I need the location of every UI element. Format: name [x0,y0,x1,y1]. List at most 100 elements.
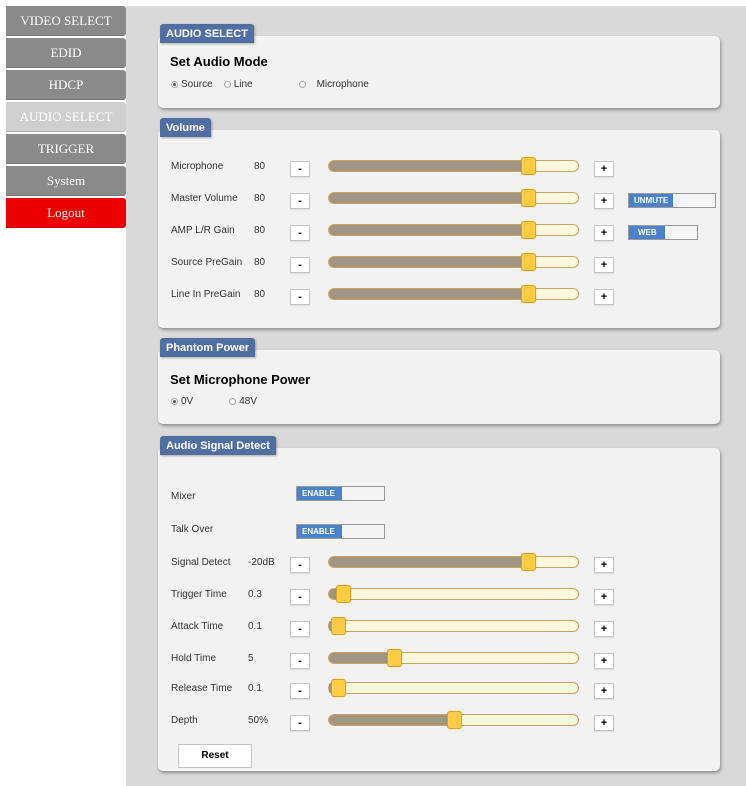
level-slider[interactable] [328,189,579,207]
mixer-toggle[interactable]: ENABLE [296,486,385,501]
slider-label: Release Time [171,683,233,694]
level-slider[interactable] [328,649,579,667]
slider-label: Hold Time [171,653,217,664]
slider-thumb[interactable] [331,679,347,697]
increment-button[interactable]: + [594,589,614,605]
slider-label: Attack Time [171,621,224,632]
level-slider[interactable] [328,253,579,271]
talk-over-toggle[interactable]: ENABLE [296,524,385,539]
decrement-button[interactable]: - [290,589,310,605]
radio-dot-icon [298,81,306,88]
slider-label: Source PreGain [171,257,243,268]
level-slider[interactable] [328,585,579,603]
slider-fill [329,225,529,235]
slider-fill [329,589,337,599]
decrement-button[interactable]: - [290,557,310,573]
web-toggle[interactable]: WEB [628,225,698,240]
level-slider[interactable] [328,617,579,635]
slider-row: Attack Time 0.1 - + [158,617,720,638]
decrement-button[interactable]: - [290,225,310,241]
slider-thumb[interactable] [336,585,352,603]
increment-button[interactable]: + [594,193,614,209]
nav-system[interactable]: System [6,166,126,196]
level-slider[interactable] [328,711,579,729]
increment-button[interactable]: + [594,683,614,699]
audio-mode-radio-group: Source Line Microphone [171,79,369,90]
logout-button[interactable]: Logout [6,198,126,228]
slider-thumb[interactable] [521,157,537,175]
radio-dot-icon [171,398,178,405]
level-slider[interactable] [328,157,579,175]
slider-label: Line In PreGain [171,289,241,300]
increment-button[interactable]: + [594,225,614,241]
slider-thumb[interactable] [521,553,537,571]
audio-select-tag: AUDIO SELECT [160,24,254,43]
radio-line[interactable]: Line [223,79,253,90]
radio-0v-label: 0V [181,396,194,407]
talk-over-row: Talk Over ENABLE [158,521,720,541]
slider-label: Trigger Time [171,589,227,600]
slider-value: 80 [254,257,266,268]
nav-audio-select[interactable]: AUDIO SELECT [6,102,126,132]
set-audio-mode-heading: Set Audio Mode [170,54,268,69]
phantom-power-tag: Phantom Power [160,338,256,357]
slider-value: 80 [254,193,266,204]
slider-thumb[interactable] [521,189,537,207]
level-slider[interactable] [328,221,579,239]
audio-signal-detect-tag: Audio Signal Detect [160,436,276,455]
radio-source[interactable]: Source [171,79,213,90]
slider-row: Trigger Time 0.3 - + [158,585,720,606]
increment-button[interactable]: + [594,557,614,573]
web-toggle-label: WEB [629,226,665,239]
decrement-button[interactable]: - [290,161,310,177]
slider-thumb[interactable] [446,711,462,729]
nav-hdcp[interactable]: HDCP [6,70,126,100]
phantom-power-panel: Phantom Power Set Microphone Power 0V 48… [158,338,720,424]
radio-0v[interactable]: 0V [171,396,193,407]
slider-thumb[interactable] [521,221,537,239]
increment-button[interactable]: + [594,715,614,731]
slider-thumb[interactable] [331,617,347,635]
slider-value: 80 [254,289,266,300]
phantom-radio-group: 0V 48V [171,396,257,407]
slider-label: Signal Detect [171,557,231,568]
level-slider[interactable] [328,285,579,303]
slider-value: 0.1 [248,683,262,694]
increment-button[interactable]: + [594,289,614,305]
slider-row: Line In PreGain 80 - + [158,285,720,306]
level-slider[interactable] [328,553,579,571]
talk-over-label: Talk Over [171,524,214,535]
slider-value: 5 [248,653,254,664]
nav-video-select[interactable]: VIDEO SELECT [6,6,126,36]
radio-source-label: Source [181,79,213,90]
slider-thumb[interactable] [521,285,537,303]
decrement-button[interactable]: - [290,289,310,305]
slider-thumb[interactable] [386,649,402,667]
reset-button[interactable]: Reset [178,744,252,768]
decrement-button[interactable]: - [290,715,310,731]
decrement-button[interactable]: - [290,683,310,699]
nav-trigger[interactable]: TRIGGER [6,134,126,164]
radio-dot-icon [171,81,178,88]
mixer-label: Mixer [171,491,196,502]
increment-button[interactable]: + [594,257,614,273]
slider-row: Hold Time 5 - + [158,649,720,670]
decrement-button[interactable]: - [290,653,310,669]
slider-thumb[interactable] [521,253,537,271]
audio-select-panel: AUDIO SELECT Set Audio Mode Source Line … [158,24,720,108]
decrement-button[interactable]: - [290,257,310,273]
talk-over-toggle-label: ENABLE [297,525,342,538]
slider-row: Signal Detect -20dB - + [158,553,720,574]
level-slider[interactable] [328,679,579,697]
increment-button[interactable]: + [594,621,614,637]
decrement-button[interactable]: - [290,193,310,209]
radio-microphone[interactable]: Microphone [298,79,369,90]
increment-button[interactable]: + [594,161,614,177]
set-microphone-power-heading: Set Microphone Power [170,372,311,387]
nav-edid[interactable]: EDID [6,38,126,68]
radio-48v[interactable]: 48V [229,396,257,407]
unmute-toggle[interactable]: UNMUTE [628,193,716,208]
decrement-button[interactable]: - [290,621,310,637]
slider-value: 80 [254,161,266,172]
increment-button[interactable]: + [594,653,614,669]
